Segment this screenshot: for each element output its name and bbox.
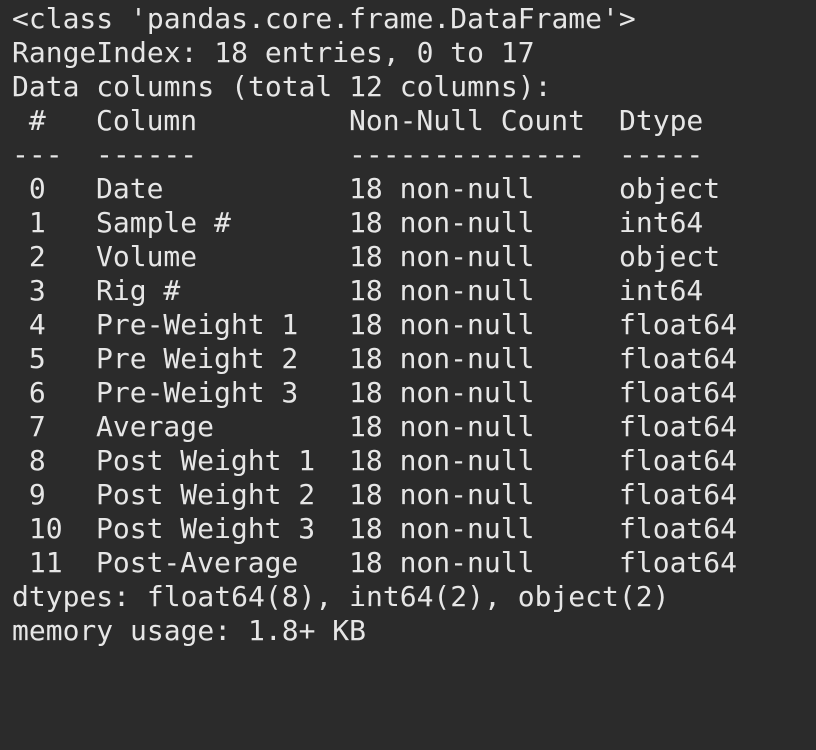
row-count: 18 non-null bbox=[349, 376, 535, 409]
row-column: Average bbox=[96, 410, 215, 443]
header-count: Non-Null Count bbox=[349, 104, 586, 137]
row-count: 18 non-null bbox=[349, 478, 535, 511]
dataframe-info-output: <class 'pandas.core.frame.DataFrame'> Ra… bbox=[0, 0, 816, 656]
row-count: 18 non-null bbox=[349, 444, 535, 477]
table-row: 3 Rig # 18 non-null int64 bbox=[12, 274, 816, 308]
table-row: 1 Sample # 18 non-null int64 bbox=[12, 206, 816, 240]
header-index: # bbox=[12, 104, 46, 137]
table-separator: --- ------ -------------- ----- bbox=[12, 138, 816, 172]
separator-column: ------ bbox=[96, 138, 198, 171]
row-column: Post Weight 3 bbox=[96, 512, 316, 545]
row-index: 11 bbox=[12, 546, 63, 579]
data-columns-line: Data columns (total 12 columns): bbox=[12, 70, 552, 103]
row-dtype: int64 bbox=[619, 274, 704, 307]
row-count: 18 non-null bbox=[349, 206, 535, 239]
row-index: 0 bbox=[12, 172, 46, 205]
table-row: 0 Date 18 non-null object bbox=[12, 172, 816, 206]
table-row: 5 Pre Weight 2 18 non-null float64 bbox=[12, 342, 816, 376]
row-dtype: float64 bbox=[619, 342, 738, 375]
row-count: 18 non-null bbox=[349, 172, 535, 205]
row-index: 4 bbox=[12, 308, 46, 341]
row-dtype: float64 bbox=[619, 546, 738, 579]
row-dtype: float64 bbox=[619, 512, 738, 545]
row-column: Pre Weight 2 bbox=[96, 342, 299, 375]
table-row: 2 Volume 18 non-null object bbox=[12, 240, 816, 274]
row-index: 10 bbox=[12, 512, 63, 545]
table-header: # Column Non-Null Count Dtype bbox=[12, 104, 816, 138]
row-dtype: float64 bbox=[619, 308, 738, 341]
row-index: 2 bbox=[12, 240, 46, 273]
row-count: 18 non-null bbox=[349, 308, 535, 341]
separator-index: --- bbox=[12, 138, 63, 171]
row-index: 9 bbox=[12, 478, 46, 511]
row-count: 18 non-null bbox=[349, 274, 535, 307]
row-column: Post Weight 1 bbox=[96, 444, 316, 477]
memory-usage-line: memory usage: 1.8+ KB bbox=[12, 614, 367, 647]
table-row: 4 Pre-Weight 1 18 non-null float64 bbox=[12, 308, 816, 342]
header-column: Column bbox=[96, 104, 198, 137]
row-index: 7 bbox=[12, 410, 46, 443]
dtypes-summary-line: dtypes: float64(8), int64(2), object(2) bbox=[12, 580, 670, 613]
row-index: 1 bbox=[12, 206, 46, 239]
separator-count: -------------- bbox=[349, 138, 586, 171]
separator-dtype: ----- bbox=[619, 138, 704, 171]
row-dtype: object bbox=[619, 172, 721, 205]
row-column: Pre-Weight 3 bbox=[96, 376, 299, 409]
row-column: Date bbox=[96, 172, 164, 205]
table-row: 10 Post Weight 3 18 non-null float64 bbox=[12, 512, 816, 546]
row-dtype: object bbox=[619, 240, 721, 273]
row-count: 18 non-null bbox=[349, 512, 535, 545]
class-line: <class 'pandas.core.frame.DataFrame'> bbox=[12, 2, 636, 35]
row-dtype: float64 bbox=[619, 444, 738, 477]
row-count: 18 non-null bbox=[349, 546, 535, 579]
table-row: 7 Average 18 non-null float64 bbox=[12, 410, 816, 444]
row-count: 18 non-null bbox=[349, 240, 535, 273]
row-index: 6 bbox=[12, 376, 46, 409]
row-count: 18 non-null bbox=[349, 342, 535, 375]
row-dtype: float64 bbox=[619, 478, 738, 511]
row-column: Post-Average bbox=[96, 546, 299, 579]
row-dtype: float64 bbox=[619, 376, 738, 409]
table-row: 6 Pre-Weight 3 18 non-null float64 bbox=[12, 376, 816, 410]
table-row: 8 Post Weight 1 18 non-null float64 bbox=[12, 444, 816, 478]
row-column: Volume bbox=[96, 240, 198, 273]
row-column: Post Weight 2 bbox=[96, 478, 316, 511]
row-index: 5 bbox=[12, 342, 46, 375]
row-count: 18 non-null bbox=[349, 410, 535, 443]
row-column: Rig # bbox=[96, 274, 181, 307]
table-row: 11 Post-Average 18 non-null float64 bbox=[12, 546, 816, 580]
row-dtype: int64 bbox=[619, 206, 704, 239]
table-row: 9 Post Weight 2 18 non-null float64 bbox=[12, 478, 816, 512]
row-index: 3 bbox=[12, 274, 46, 307]
row-column: Pre-Weight 1 bbox=[96, 308, 299, 341]
row-column: Sample # bbox=[96, 206, 231, 239]
header-dtype: Dtype bbox=[619, 104, 704, 137]
row-dtype: float64 bbox=[619, 410, 738, 443]
range-index-line: RangeIndex: 18 entries, 0 to 17 bbox=[12, 36, 535, 69]
row-index: 8 bbox=[12, 444, 46, 477]
